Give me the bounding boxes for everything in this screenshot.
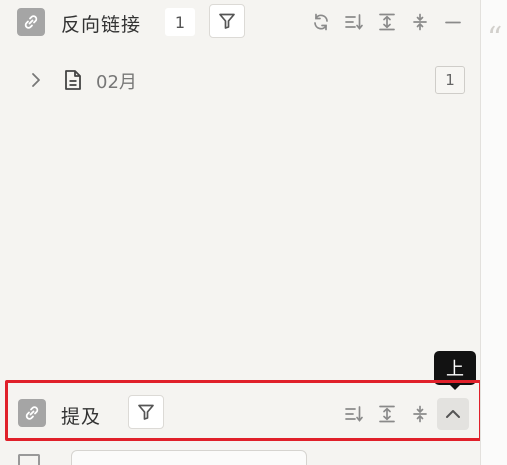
link-icon	[18, 399, 46, 427]
link-icon	[17, 8, 45, 36]
bottom-input[interactable]	[71, 450, 307, 465]
backlink-item-count: 1	[435, 66, 465, 94]
mentions-filter-button[interactable]	[128, 395, 164, 429]
tooltip-arrow	[449, 384, 461, 390]
panel-icon[interactable]	[18, 454, 40, 465]
refresh-button[interactable]	[309, 10, 333, 34]
sort-icon	[345, 14, 363, 30]
mentions-collapse-all-button[interactable]	[408, 402, 432, 426]
minimize-icon	[445, 21, 461, 24]
sort-icon	[345, 406, 363, 422]
quote-icon: “	[487, 21, 503, 56]
expand-icon	[379, 405, 395, 423]
expand-icon	[379, 13, 395, 31]
collapse-all-button[interactable]	[408, 10, 432, 34]
backlink-item[interactable]: 02月 1	[0, 60, 480, 100]
chevron-up-icon	[446, 410, 460, 418]
collapse-icon	[413, 405, 427, 423]
minimize-button[interactable]	[441, 10, 465, 34]
backlinks-filter-button[interactable]	[209, 4, 245, 38]
backlinks-count: 1	[165, 8, 195, 36]
mentions-title: 提及	[61, 406, 102, 428]
mentions-expand-all-button[interactable]	[375, 402, 399, 426]
mentions-header: 提及	[0, 392, 480, 436]
backlinks-panel: 反向链接 1 02月 1 提及 上	[0, 0, 482, 465]
tooltip-text: 上	[446, 359, 464, 380]
tooltip: 上	[434, 351, 476, 385]
document-icon	[63, 69, 83, 95]
backlink-item-label: 02月	[96, 72, 137, 93]
chevron-right-icon[interactable]	[28, 70, 44, 94]
refresh-icon	[314, 13, 328, 31]
sort-button[interactable]	[342, 10, 366, 34]
filter-icon	[138, 404, 154, 420]
editor-edge	[480, 0, 507, 465]
mentions-sort-button[interactable]	[342, 402, 366, 426]
filter-icon	[219, 13, 235, 29]
bottom-bar	[0, 446, 480, 465]
backlinks-header: 反向链接 1	[0, 0, 480, 44]
move-up-button[interactable]	[437, 398, 469, 430]
expand-all-button[interactable]	[375, 10, 399, 34]
backlinks-title: 反向链接	[61, 14, 142, 36]
collapse-icon	[413, 13, 427, 31]
